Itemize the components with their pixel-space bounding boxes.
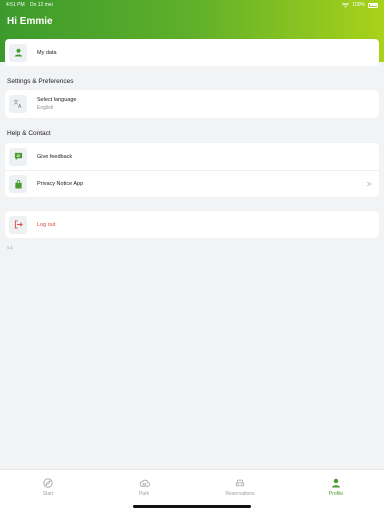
tab-start-label: Start: [42, 491, 54, 497]
battery-icon: [368, 2, 378, 8]
language-value: English: [37, 105, 54, 111]
cloud-car-icon: [139, 479, 150, 487]
logout-label: Log out: [37, 221, 56, 228]
select-language-row[interactable]: 文 A Select language English: [5, 90, 379, 118]
home-indicator: [133, 505, 251, 508]
svg-text:A: A: [18, 104, 22, 109]
tab-profile-label: Profile: [328, 491, 344, 497]
tab-profile[interactable]: Profile: [288, 470, 384, 512]
status-time: 4:51 PM: [6, 2, 25, 8]
shopping-bag-icon: [9, 175, 27, 193]
status-date: Do 12 mei: [30, 2, 53, 8]
privacy-label: Privacy Notice App: [37, 181, 84, 187]
help-card: Give feedback Privacy Notice App: [5, 143, 379, 197]
person-icon: [332, 478, 340, 488]
wifi-icon: [342, 2, 350, 8]
privacy-notice-row[interactable]: Privacy Notice App: [5, 170, 379, 197]
settings-section-title: Settings & Preferences: [7, 78, 74, 85]
tab-reservations-label: Reservations: [225, 491, 255, 497]
compass-icon: [43, 478, 53, 488]
car-icon: [235, 479, 245, 487]
greeting-title: Hi Emmie: [7, 16, 53, 27]
language-label: Select language: [37, 97, 77, 103]
version-label: v.1: [7, 245, 13, 250]
my-data-label: My data: [37, 49, 57, 56]
logout-icon: [9, 215, 27, 234]
settings-card: 文 A Select language English: [5, 90, 379, 118]
help-section-title: Help & Contact: [7, 130, 51, 137]
give-feedback-row[interactable]: Give feedback: [5, 143, 379, 170]
translate-icon: 文 A: [9, 95, 27, 113]
feedback-icon: [9, 147, 27, 166]
account-card: My data: [5, 39, 379, 66]
logout-row[interactable]: Log out: [5, 211, 379, 238]
person-icon: [9, 43, 27, 62]
my-data-row[interactable]: My data: [5, 39, 379, 66]
status-bar: 4:51 PM Do 12 mei 100%: [0, 0, 384, 10]
tab-park-label: Park: [138, 491, 150, 497]
tab-start[interactable]: Start: [0, 470, 96, 512]
feedback-label: Give feedback: [37, 153, 73, 160]
external-link-icon: [366, 181, 372, 187]
logout-card: Log out: [5, 211, 379, 238]
battery-percent: 100%: [352, 2, 365, 8]
